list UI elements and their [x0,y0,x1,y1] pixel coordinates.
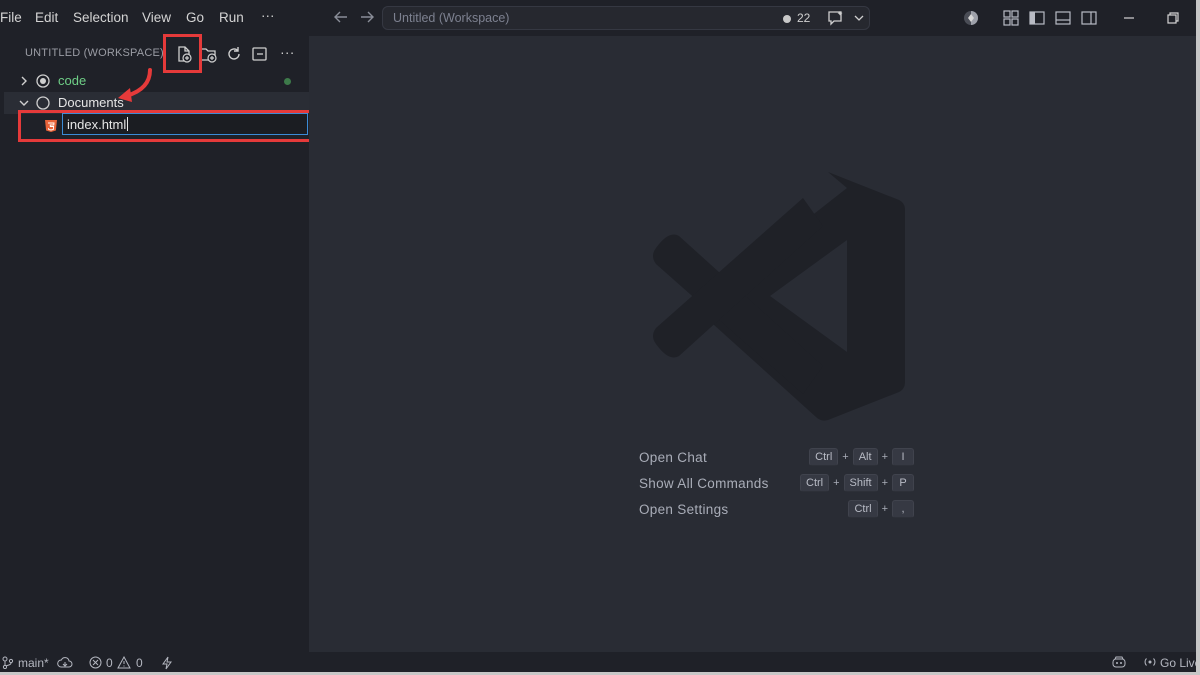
back-arrow-icon[interactable] [332,8,350,26]
warning-count[interactable]: 0 [136,656,143,670]
git-branch-icon [2,656,14,669]
explorer-title: UNTITLED (WORKSPACE) [25,47,164,59]
menu-selection[interactable]: Selection [73,10,129,25]
key-cap: Ctrl [809,448,839,466]
keybinding: Ctrl + , [848,500,914,518]
root-folder-icon [36,96,50,110]
menu-file[interactable]: File [0,10,22,25]
status-bar: main* 0 0 Go Live [0,652,1196,672]
menu-view[interactable]: View [142,10,171,25]
go-live-button[interactable]: Go Live [1160,656,1196,670]
key-cap: , [892,500,914,518]
modified-indicator [284,78,291,85]
minimize-icon[interactable] [1120,9,1138,27]
restore-icon[interactable] [1164,9,1182,27]
key-cap: I [892,448,914,466]
lightning-icon[interactable] [161,656,173,670]
shortcut-open-settings[interactable]: Open Settings Ctrl + , [639,500,914,520]
shortcut-open-chat[interactable]: Open Chat Ctrl + Alt + I [639,448,914,468]
vscode-logo-watermark-icon [653,172,905,421]
shortcut-label: Show All Commands [639,476,769,491]
key-cap: P [892,474,914,492]
refresh-icon[interactable] [224,44,244,64]
chat-icon[interactable] [827,10,845,26]
editor-area: Open Chat Ctrl + Alt + I Show All Commands… [309,36,1196,652]
chevron-down-icon[interactable] [853,12,865,24]
shortcut-label: Open Settings [639,502,729,517]
key-cap: Ctrl [800,474,830,492]
root-folder-icon [36,74,50,88]
customize-layout-icon[interactable] [1002,9,1020,27]
warning-icon [117,656,131,669]
chevron-down-icon [19,100,29,106]
key-cap: Shift [843,474,878,492]
command-center-text: Untitled (Workspace) [393,11,510,25]
vscode-window: File Edit Selection View Go Run ··· Unti… [0,0,1196,672]
chevron-right-icon [21,76,27,86]
forward-arrow-icon[interactable] [358,8,376,26]
collapse-all-icon[interactable] [250,44,270,64]
command-center[interactable]: Untitled (Workspace) 22 [382,6,870,30]
keybinding: Ctrl + Alt + I [809,448,914,466]
status-dot-icon [783,15,791,23]
shortcut-label: Open Chat [639,450,707,465]
accounts-icon[interactable] [962,9,980,27]
title-bar: File Edit Selection View Go Run ··· Unti… [0,0,1196,36]
error-count[interactable]: 0 [106,656,113,670]
highlight-new-file-box [163,34,202,73]
error-icon [89,656,102,669]
broadcast-icon [1144,658,1156,666]
cloud-sync-icon[interactable] [57,656,73,669]
git-branch[interactable]: main* [18,656,49,670]
toggle-panel-icon[interactable] [1054,9,1072,27]
toggle-primary-sidebar-icon[interactable] [1028,9,1046,27]
key-cap: Alt [852,448,878,466]
shortcut-show-all-commands[interactable]: Show All Commands Ctrl + Shift + P [639,474,914,494]
explorer-more-button[interactable]: ··· [280,44,295,60]
red-arrow-annotation [118,68,152,102]
badge-count: 22 [797,11,811,25]
menu-run[interactable]: Run [219,10,244,25]
highlight-rename-box [18,110,313,142]
copilot-icon[interactable] [1111,655,1127,669]
menu-more[interactable]: ··· [261,8,275,23]
tree-item-label: code [58,73,87,88]
menu-edit[interactable]: Edit [35,10,58,25]
keybinding: Ctrl + Shift + P [800,474,914,492]
menu-go[interactable]: Go [186,10,204,25]
key-cap: Ctrl [848,500,878,518]
toggle-secondary-sidebar-icon[interactable] [1080,9,1098,27]
tree-item-code[interactable]: code [4,70,309,92]
